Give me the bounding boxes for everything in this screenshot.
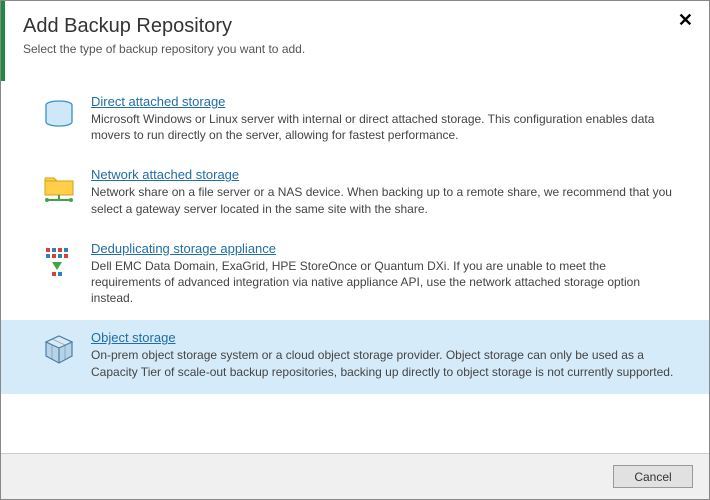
option-direct-attached[interactable]: Direct attached storage Microsoft Window… xyxy=(1,84,709,157)
option-description: Microsoft Windows or Linux server with i… xyxy=(91,111,679,143)
option-title: Direct attached storage xyxy=(91,94,679,109)
cube-storage-icon xyxy=(41,332,77,368)
option-description: On-prem object storage system or a cloud… xyxy=(91,347,679,379)
options-list: Direct attached storage Microsoft Window… xyxy=(1,66,709,394)
option-title: Object storage xyxy=(91,330,679,345)
option-title: Deduplicating storage appliance xyxy=(91,241,679,256)
cancel-button[interactable]: Cancel xyxy=(613,465,693,488)
option-dedup-appliance[interactable]: Deduplicating storage appliance Dell EMC… xyxy=(1,231,709,321)
dialog-subtitle: Select the type of backup repository you… xyxy=(23,42,689,56)
option-title: Network attached storage xyxy=(91,167,679,182)
dialog-title: Add Backup Repository xyxy=(23,15,689,38)
disk-stack-icon xyxy=(41,96,77,132)
dedup-icon xyxy=(41,243,77,279)
option-object-storage[interactable]: Object storage On-prem object storage sy… xyxy=(1,320,709,393)
close-icon[interactable]: ✕ xyxy=(674,9,697,31)
option-description: Dell EMC Data Domain, ExaGrid, HPE Store… xyxy=(91,258,679,307)
folder-network-icon xyxy=(41,169,77,205)
option-description: Network share on a file server or a NAS … xyxy=(91,184,679,216)
option-network-attached[interactable]: Network attached storage Network share o… xyxy=(1,157,709,230)
dialog-footer: Cancel xyxy=(1,453,709,499)
dialog-header: ✕ Add Backup Repository Select the type … xyxy=(1,1,709,66)
